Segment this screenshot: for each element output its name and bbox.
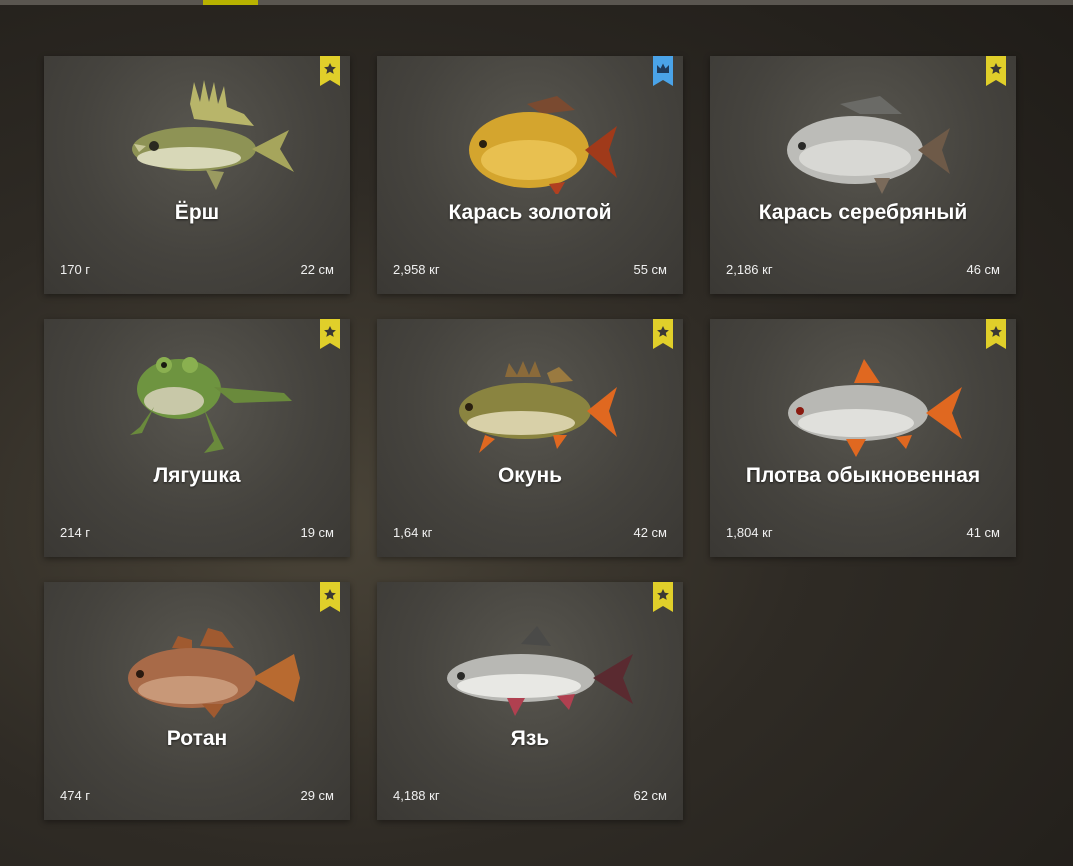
fish-weight: 214 г (60, 525, 91, 540)
ide-icon (447, 626, 633, 716)
perch-icon (459, 361, 617, 453)
fish-card-golden-carp[interactable]: Карась золотой 2,958 кг 55 см (377, 56, 683, 294)
fish-name: Ёрш (174, 201, 220, 224)
fish-card-perch[interactable]: Окунь 1,64 кг 42 см (377, 319, 683, 557)
fish-length: 29 см (300, 788, 334, 803)
top-progress-bar (0, 0, 1073, 5)
fish-weight: 4,188 кг (393, 788, 440, 803)
roach-icon (788, 359, 962, 457)
ruffe-icon (132, 80, 294, 190)
fish-name: Язь (510, 727, 550, 750)
fish-weight: 1,64 кг (393, 525, 433, 540)
fish-weight: 474 г (60, 788, 91, 803)
fish-weight: 1,804 кг (726, 525, 773, 540)
star-icon (653, 582, 673, 612)
fish-weight: 170 г (60, 262, 91, 277)
top-progress-accent (203, 0, 258, 5)
fish-name: Плотва обыкновенная (745, 464, 981, 487)
silver-carp-icon (787, 96, 950, 194)
fish-name: Окунь (497, 464, 563, 487)
fish-card-roach[interactable]: Плотва обыкновенная 1,804 кг 41 см (710, 319, 1016, 557)
fish-card-rotan[interactable]: Ротан 474 г 29 см (44, 582, 350, 820)
fish-length: 41 см (966, 525, 1000, 540)
fish-card-ide[interactable]: Язь 4,188 кг 62 см (377, 582, 683, 820)
fish-length: 46 см (966, 262, 1000, 277)
fish-weight: 2,958 кг (393, 262, 440, 277)
star-icon (320, 56, 340, 86)
fish-length: 19 см (300, 525, 334, 540)
star-icon (320, 582, 340, 612)
fish-length: 22 см (300, 262, 334, 277)
fish-card-silver-carp[interactable]: Карась серебряный 2,186 кг 46 см (710, 56, 1016, 294)
fish-name: Лягушка (153, 464, 241, 487)
star-icon (653, 319, 673, 349)
star-icon (320, 319, 340, 349)
fish-card-ruffe[interactable]: Ёрш 170 г 22 см (44, 56, 350, 294)
rotan-icon (128, 628, 300, 718)
star-icon (986, 319, 1006, 349)
fish-length: 42 см (633, 525, 667, 540)
fish-card-frog[interactable]: Лягушка 214 г 19 см (44, 319, 350, 557)
star-icon (986, 56, 1006, 86)
fish-name: Ротан (166, 727, 228, 750)
fish-weight: 2,186 кг (726, 262, 773, 277)
frog-icon (130, 357, 292, 453)
fish-length: 55 см (633, 262, 667, 277)
crown-icon (653, 56, 673, 86)
fish-length: 62 см (633, 788, 667, 803)
fish-name: Карась золотой (448, 201, 612, 224)
golden-carp-icon (469, 96, 617, 194)
fish-name: Карась серебряный (758, 201, 968, 224)
